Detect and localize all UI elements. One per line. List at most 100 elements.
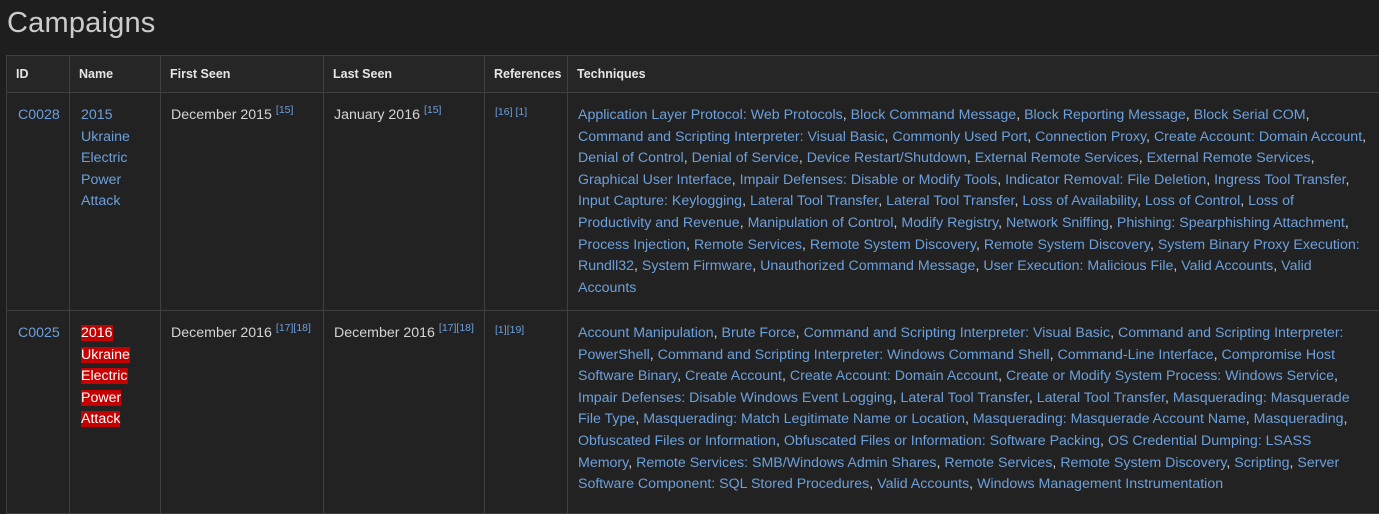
citation-link[interactable]: [17] <box>439 322 457 334</box>
citation-link[interactable]: [15] <box>424 104 442 116</box>
technique-link[interactable]: Graphical User Interface <box>578 172 732 188</box>
technique-separator: , <box>1311 150 1315 166</box>
technique-separator: , <box>740 215 748 231</box>
technique-link[interactable]: Process Injection <box>578 237 686 253</box>
citation-link[interactable]: [17] <box>276 322 294 334</box>
technique-link[interactable]: Denial of Service <box>692 150 799 166</box>
technique-link[interactable]: Lateral Tool Transfer <box>886 193 1014 209</box>
technique-link[interactable]: Masquerading: Match Legitimate Name or L… <box>643 411 965 427</box>
technique-separator: , <box>1016 107 1024 123</box>
technique-link[interactable]: Command and Scripting Interpreter: Windo… <box>658 347 1050 363</box>
column-header-id[interactable]: ID <box>7 56 70 93</box>
technique-link[interactable]: Create Account: Domain Account <box>790 368 998 384</box>
technique-link[interactable]: Lateral Tool Transfer <box>750 193 878 209</box>
campaign-id-link[interactable]: C0025 <box>18 325 60 341</box>
campaigns-table: ID Name First Seen Last Seen References … <box>6 55 1379 514</box>
technique-link[interactable]: Block Serial COM <box>1194 107 1306 123</box>
technique-link[interactable]: Masquerading <box>1254 411 1344 427</box>
technique-link[interactable]: Remote Services: SMB/Windows Admin Share… <box>636 455 936 471</box>
technique-link[interactable]: Lateral Tool Transfer <box>1037 390 1165 406</box>
technique-link[interactable]: Input Capture: Keylogging <box>578 193 742 209</box>
table-row: C0025 2016 Ukraine Electric Power Attack… <box>7 311 1379 514</box>
technique-link[interactable]: Application Layer Protocol: Web Protocol… <box>578 107 843 123</box>
technique-link[interactable]: Remote System Discovery <box>1060 455 1226 471</box>
column-header-techniques[interactable]: Techniques <box>568 56 1379 93</box>
technique-link[interactable]: User Execution: Malicious File <box>983 258 1173 274</box>
technique-link[interactable]: Account Manipulation <box>578 325 714 341</box>
technique-link[interactable]: Remote System Discovery <box>984 237 1150 253</box>
technique-separator: , <box>998 215 1006 231</box>
technique-separator: , <box>1346 172 1350 188</box>
campaign-name-link[interactable]: 2015 Ukraine Electric Power Attack <box>81 107 130 209</box>
technique-link[interactable]: Command-Line Interface <box>1057 347 1213 363</box>
column-header-last-seen[interactable]: Last Seen <box>324 56 485 93</box>
technique-link[interactable]: System Firmware <box>642 258 752 274</box>
technique-separator: , <box>997 172 1005 188</box>
campaign-name-link[interactable]: 2016 Ukraine Electric Power Attack <box>81 325 130 427</box>
citation-link[interactable]: [16] <box>495 106 513 118</box>
technique-link[interactable]: Valid Accounts <box>1181 258 1273 274</box>
technique-link[interactable]: Remote Services <box>694 237 802 253</box>
first-seen-date: December 2015 <box>171 107 272 123</box>
technique-link[interactable]: Loss of Control <box>1145 193 1240 209</box>
table-row: C0028 2015 Ukraine Electric Power Attack… <box>7 93 1379 311</box>
technique-link[interactable]: Create or Modify System Process: Windows… <box>1006 368 1334 384</box>
last-seen-cell: January 2016 [15] <box>324 93 485 311</box>
column-header-references[interactable]: References <box>485 56 568 93</box>
technique-link[interactable]: Device Restart/Shutdown <box>807 150 967 166</box>
technique-link[interactable]: Denial of Control <box>578 150 684 166</box>
technique-link[interactable]: Modify Registry <box>901 215 998 231</box>
campaign-name-line: 2016 <box>81 325 113 341</box>
technique-link[interactable]: Manipulation of Control <box>748 215 894 231</box>
technique-link[interactable]: Valid Accounts <box>877 476 969 492</box>
technique-link[interactable]: Windows Management Instrumentation <box>977 476 1223 492</box>
campaign-id-link[interactable]: C0028 <box>18 107 60 123</box>
technique-link[interactable]: Create Account <box>685 368 782 384</box>
column-header-name[interactable]: Name <box>70 56 161 93</box>
technique-link[interactable]: Obfuscated Files or Information: Softwar… <box>784 433 1100 449</box>
technique-link[interactable]: Block Reporting Message <box>1024 107 1186 123</box>
technique-separator: , <box>1109 215 1117 231</box>
campaign-name-line: Attack <box>81 411 120 427</box>
campaign-name-line: Power <box>81 172 121 188</box>
technique-link[interactable]: Command and Scripting Interpreter: Visua… <box>578 129 885 145</box>
technique-link[interactable]: Indicator Removal: File Deletion <box>1005 172 1206 188</box>
campaign-name-line: 2015 <box>81 107 113 123</box>
citation-link[interactable]: [1] <box>495 324 507 336</box>
technique-separator: , <box>677 368 685 384</box>
technique-link[interactable]: Network Sniffing <box>1006 215 1109 231</box>
technique-link[interactable]: Loss of Availability <box>1022 193 1137 209</box>
citation-link[interactable]: [18] <box>293 322 311 334</box>
technique-link[interactable]: Impair Defenses: Disable or Modify Tools <box>740 172 998 188</box>
references-cell: [16] [1] <box>485 93 568 311</box>
column-header-first-seen[interactable]: First Seen <box>161 56 324 93</box>
campaign-name-line: Electric <box>81 150 128 166</box>
citation-link[interactable]: [15] <box>276 104 294 116</box>
technique-link[interactable]: Brute Force <box>722 325 796 341</box>
technique-link[interactable]: Phishing: Spearphishing Attachment <box>1117 215 1345 231</box>
technique-link[interactable]: Masquerading: Masquerade Account Name <box>973 411 1246 427</box>
technique-link[interactable]: Connection Proxy <box>1035 129 1146 145</box>
technique-link[interactable]: Ingress Tool Transfer <box>1214 172 1345 188</box>
citation-link[interactable]: [19] <box>507 324 525 336</box>
technique-link[interactable]: Scripting <box>1234 455 1289 471</box>
citation-link[interactable]: [1] <box>515 106 527 118</box>
technique-separator: , <box>843 107 851 123</box>
technique-link[interactable]: Impair Defenses: Disable Windows Event L… <box>578 390 893 406</box>
technique-link[interactable]: Block Command Message <box>851 107 1017 123</box>
technique-link[interactable]: Create Account: Domain Account <box>1154 129 1362 145</box>
technique-link[interactable]: Remote Services <box>944 455 1052 471</box>
technique-link[interactable]: External Remote Services <box>1147 150 1311 166</box>
technique-separator: , <box>967 150 975 166</box>
technique-separator: , <box>893 390 901 406</box>
technique-link[interactable]: Obfuscated Files or Information <box>578 433 776 449</box>
technique-link[interactable]: Remote System Discovery <box>810 237 976 253</box>
technique-link[interactable]: Lateral Tool Transfer <box>901 390 1029 406</box>
technique-link[interactable]: Unauthorized Command Message <box>760 258 975 274</box>
technique-separator: , <box>799 150 807 166</box>
technique-link[interactable]: Command and Scripting Interpreter: Visua… <box>804 325 1111 341</box>
technique-separator: , <box>1110 325 1118 341</box>
technique-link[interactable]: Commonly Used Port <box>892 129 1027 145</box>
technique-link[interactable]: External Remote Services <box>975 150 1139 166</box>
citation-link[interactable]: [18] <box>456 322 474 334</box>
